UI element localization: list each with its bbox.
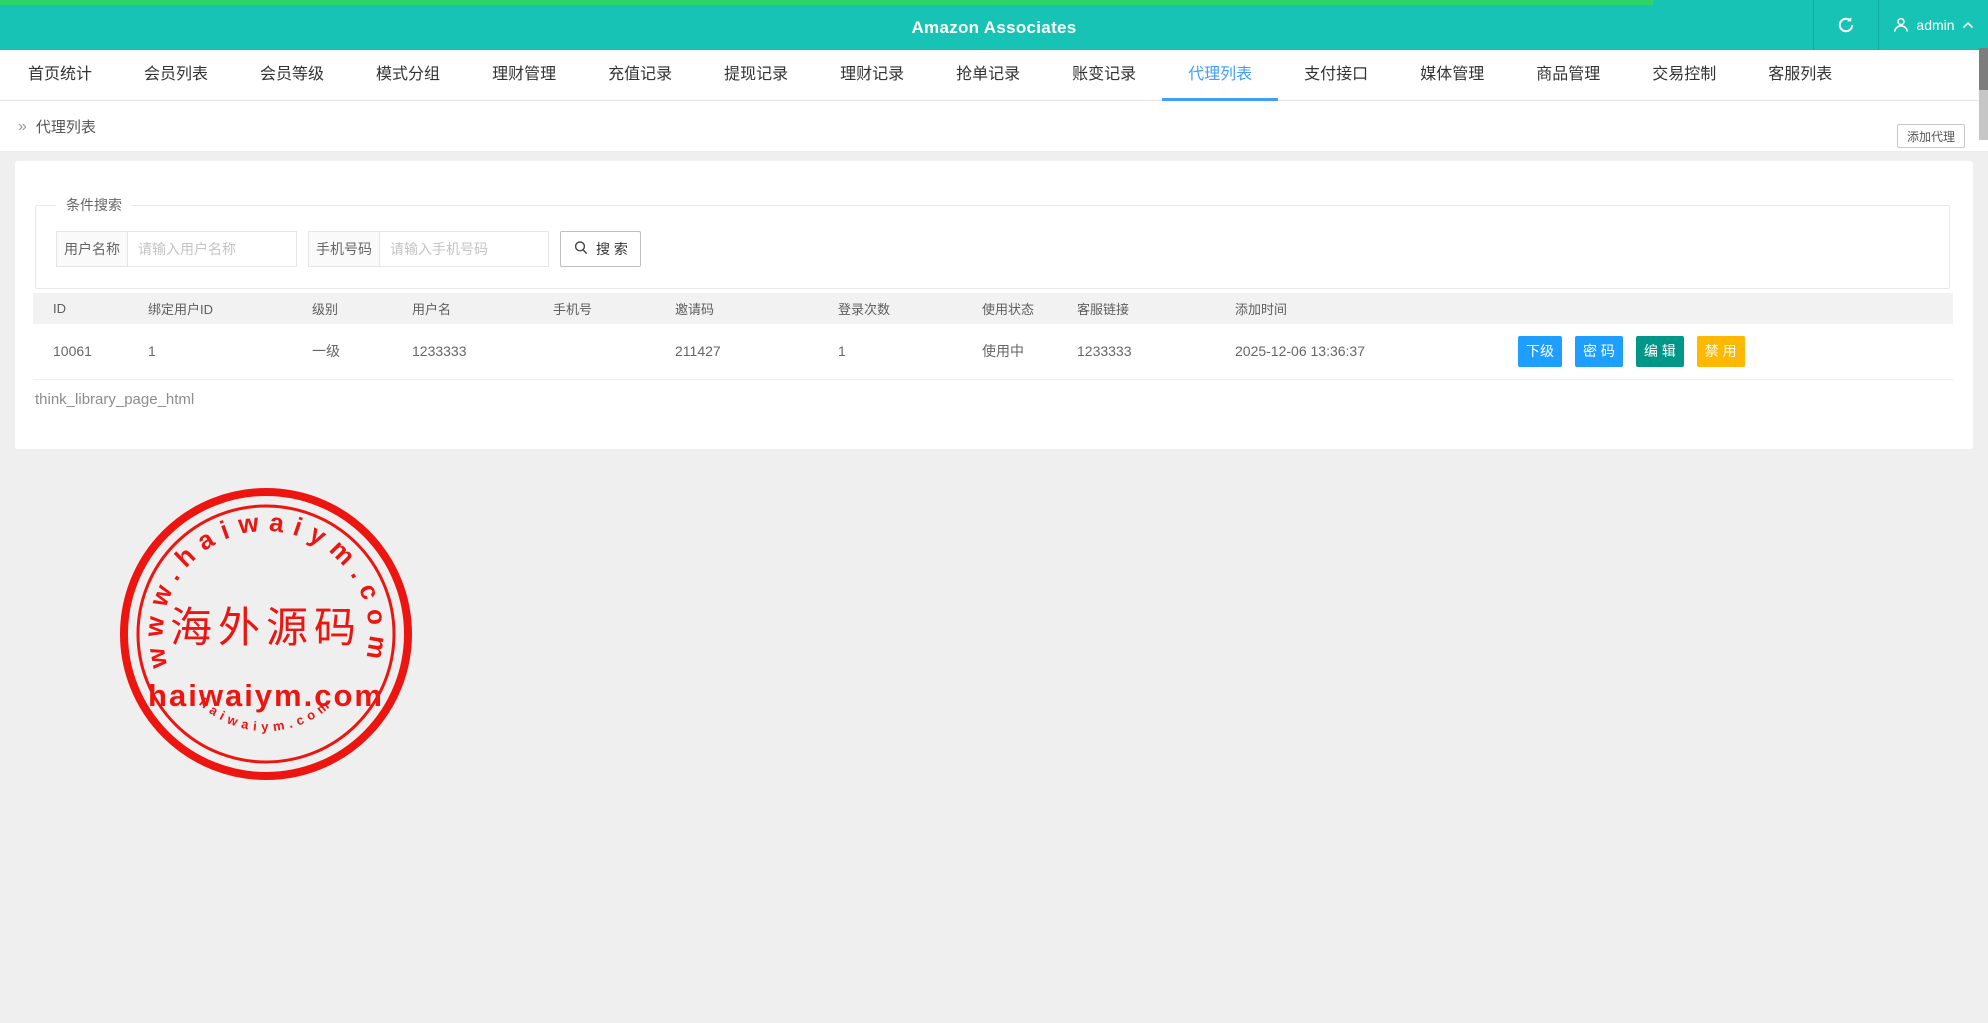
admin-menu[interactable]: admin	[1878, 0, 1988, 50]
page: Amazon Associates admin	[0, 0, 1988, 1023]
breadcrumb-bar: » 代理列表 添加代理	[0, 101, 1988, 152]
status-badge: 使用中	[982, 324, 1077, 379]
stamp-center-en: haiwaiym.com	[148, 678, 384, 713]
phone-field-label: 手机号码	[308, 231, 380, 267]
breadcrumb-arrow-icon: »	[18, 118, 27, 136]
search-button[interactable]: 搜 索	[560, 231, 641, 267]
page-note: think_library_page_html	[35, 391, 194, 408]
password-button[interactable]: 密 码	[1575, 336, 1623, 367]
app-title: Amazon Associates	[0, 5, 1988, 50]
col-header-added-time: 添加时间	[1235, 293, 1480, 324]
admin-username: admin	[1916, 17, 1954, 33]
nav-tab-recharge-records[interactable]: 充值记录	[582, 50, 698, 101]
nav-tab-media-mgmt[interactable]: 媒体管理	[1394, 50, 1510, 101]
cell-level: 一级	[312, 324, 412, 379]
search-button-label: 搜 索	[596, 239, 628, 259]
cell-service-link: 1233333	[1077, 324, 1235, 379]
refresh-button[interactable]	[1813, 0, 1878, 50]
nav-tab-finance-records[interactable]: 理财记录	[814, 50, 930, 101]
agent-table: ID 绑定用户ID 级别 用户名 手机号 邀请码 登录次数 使用状态 客服链接 …	[33, 293, 1953, 380]
cell-invite-code: 211427	[675, 324, 838, 379]
nav-tab-member-level[interactable]: 会员等级	[234, 50, 350, 101]
nav-tab-balance-records[interactable]: 账变记录	[1046, 50, 1162, 101]
watermark-stamp: www.haiwaiym.com 海外源码 haiwaiym.com haiwa…	[116, 484, 416, 784]
username-field-label: 用户名称	[56, 231, 128, 267]
cell-phone	[553, 324, 675, 379]
nav-tab-member-list[interactable]: 会员列表	[118, 50, 234, 101]
table-header-row: ID 绑定用户ID 级别 用户名 手机号 邀请码 登录次数 使用状态 客服链接 …	[33, 293, 1953, 324]
nav-tab-trade-control[interactable]: 交易控制	[1626, 50, 1742, 101]
nav-tab-mode-group[interactable]: 模式分组	[350, 50, 466, 101]
subordinates-button[interactable]: 下级	[1518, 336, 1562, 367]
search-panel: 条件搜索 用户名称 手机号码 搜 索	[35, 205, 1950, 289]
col-header-username: 用户名	[412, 293, 553, 324]
user-icon	[1893, 17, 1909, 33]
col-header-invite-code: 邀请码	[675, 293, 838, 324]
phone-input[interactable]	[380, 231, 549, 267]
nav-tab-agent-list[interactable]: 代理列表	[1162, 50, 1278, 101]
nav-tab-payment-api[interactable]: 支付接口	[1278, 50, 1394, 101]
scrollbar-thumb[interactable]	[1979, 48, 1988, 90]
col-header-actions	[1480, 293, 1953, 324]
chevron-up-icon	[1962, 21, 1974, 29]
col-header-status: 使用状态	[982, 293, 1077, 324]
nav-tab-home-stats[interactable]: 首页统计	[2, 50, 118, 101]
nav-tab-grab-order-records[interactable]: 抢单记录	[930, 50, 1046, 101]
col-header-service-link: 客服链接	[1077, 293, 1235, 324]
nav-tab-withdraw-records[interactable]: 提现记录	[698, 50, 814, 101]
nav-tab-service-list[interactable]: 客服列表	[1742, 50, 1858, 101]
col-header-bind-user-id: 绑定用户ID	[148, 293, 312, 324]
row-actions: 下级 密 码 编 辑 禁 用	[1480, 336, 1953, 367]
top-header: Amazon Associates admin	[0, 0, 1988, 50]
edit-button[interactable]: 编 辑	[1636, 336, 1684, 367]
search-panel-title: 条件搜索	[56, 195, 132, 215]
cell-login-count: 1	[838, 324, 982, 379]
nav-tab-product-mgmt[interactable]: 商品管理	[1510, 50, 1626, 101]
header-actions: admin	[1813, 0, 1988, 50]
col-header-id: ID	[33, 293, 148, 324]
username-input[interactable]	[128, 231, 297, 267]
breadcrumb-label: 代理列表	[36, 116, 96, 137]
search-form: 用户名称 手机号码 搜 索	[56, 231, 641, 267]
col-header-level: 级别	[312, 293, 412, 324]
refresh-icon	[1837, 16, 1855, 34]
main-nav: 首页统计 会员列表 会员等级 模式分组 理财管理 充值记录 提现记录 理财记录 …	[0, 50, 1988, 101]
nav-tab-finance-mgmt[interactable]: 理财管理	[466, 50, 582, 101]
stamp-center-cn: 海外源码	[170, 603, 362, 652]
content-card: 条件搜索 用户名称 手机号码 搜 索	[15, 161, 1973, 449]
add-agent-button[interactable]: 添加代理	[1897, 124, 1965, 148]
cell-username: 1233333	[412, 324, 553, 379]
breadcrumb: » 代理列表	[18, 101, 96, 152]
cell-added-time: 2025-12-06 13:36:37	[1235, 324, 1480, 379]
table-row: 10061 1 一级 1233333 211427 1 使用中 1233333 …	[33, 324, 1953, 379]
col-header-phone: 手机号	[553, 293, 675, 324]
scrollbar-track[interactable]	[1979, 90, 1988, 140]
col-header-login-count: 登录次数	[838, 293, 982, 324]
cell-bind-user-id: 1	[148, 324, 312, 379]
cell-id: 10061	[33, 324, 148, 379]
disable-button[interactable]: 禁 用	[1697, 336, 1745, 367]
search-icon	[573, 240, 589, 259]
